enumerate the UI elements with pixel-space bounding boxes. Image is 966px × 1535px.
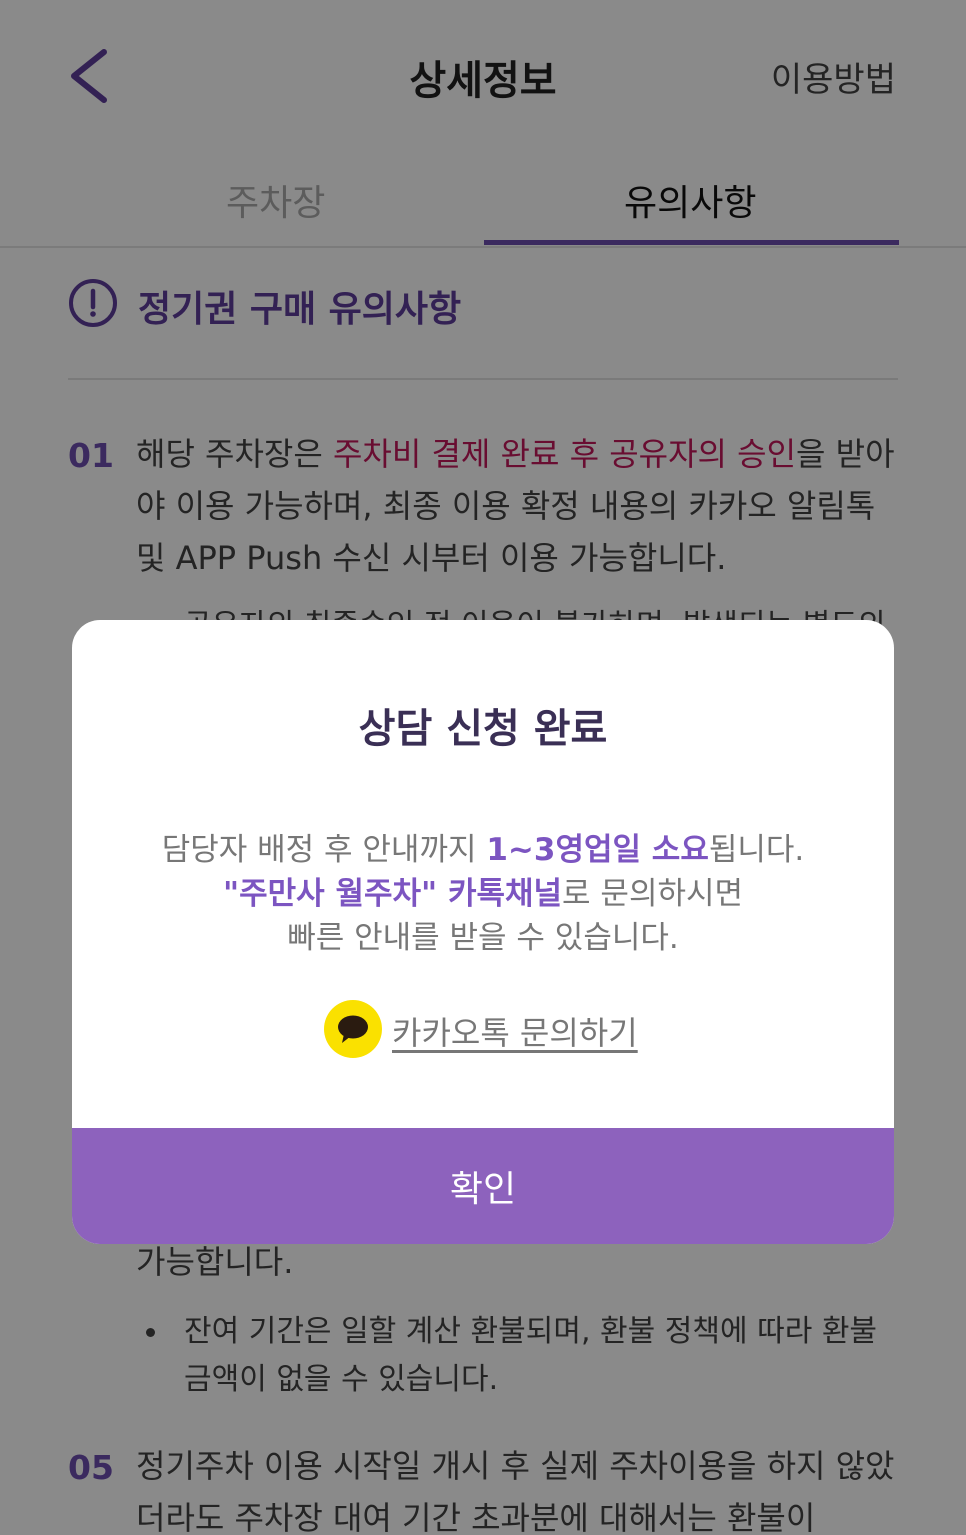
dialog-line-2-after: 로 문의하시면 xyxy=(562,876,744,912)
dialog-line-2-highlight: "주만사 월주차" 카톡채널 xyxy=(222,876,563,912)
confirm-button[interactable]: 확인 xyxy=(72,1128,894,1244)
dialog-line-2: "주만사 월주차" 카톡채널로 문의하시면 xyxy=(72,872,894,916)
kakao-inquiry-label[interactable]: 카카오톡 문의하기 xyxy=(392,1008,638,1054)
dialog-title: 상담 신청 완료 xyxy=(358,706,608,752)
dialog-line-1-after: 됩니다. xyxy=(708,832,805,868)
dialog-message: 담당자 배정 후 안내까지 1~3영업일 소요됩니다. "주만사 월주차" 카톡… xyxy=(72,828,894,960)
dialog-line-1-highlight: 1~3영업일 소요 xyxy=(486,832,709,868)
kakao-talk-icon xyxy=(324,1000,382,1058)
dialog-line-1: 담당자 배정 후 안내까지 1~3영업일 소요됩니다. xyxy=(72,828,894,872)
dialog-line-1-before: 담당자 배정 후 안내까지 xyxy=(161,832,487,868)
dialog-line-3: 빠른 안내를 받을 수 있습니다. xyxy=(287,920,679,956)
consultation-complete-dialog: 상담 신청 완료 담당자 배정 후 안내까지 1~3영업일 소요됩니다. "주만… xyxy=(72,620,894,1244)
